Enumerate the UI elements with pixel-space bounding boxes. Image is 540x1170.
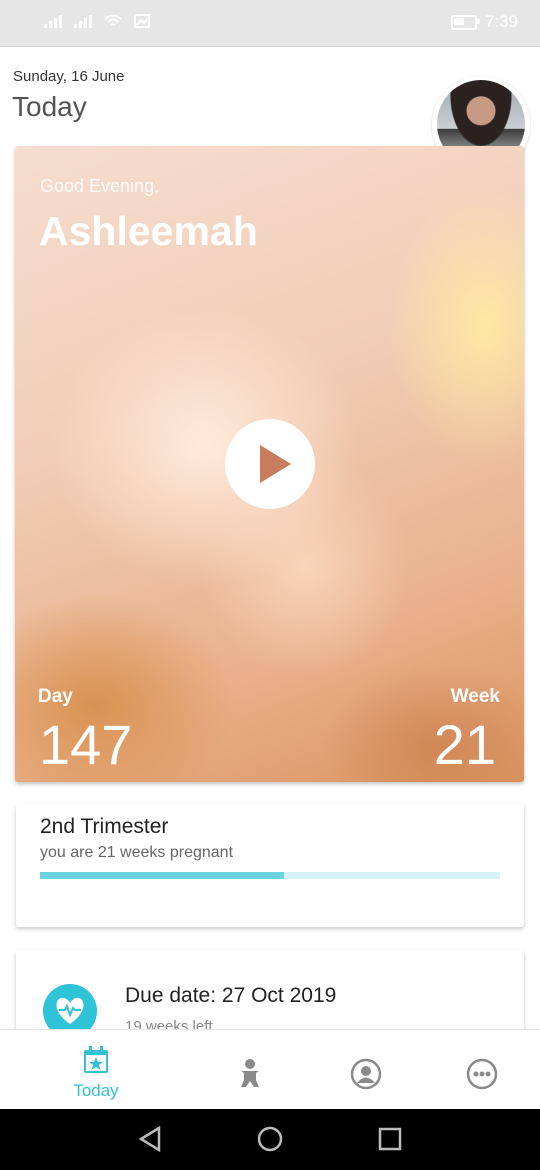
bottom-navigation: Today (0, 1029, 540, 1110)
back-icon[interactable] (138, 1125, 162, 1153)
baby-progress-card[interactable]: Good Evening, Ashleemah Day 147 Week 21 (15, 146, 524, 782)
week-label: Week (450, 686, 500, 707)
user-name: Ashleemah (39, 208, 258, 254)
trimester-card[interactable]: 2nd Trimester you are 21 weeks pregnant (16, 804, 524, 927)
day-label: Day (38, 686, 73, 707)
page-title: Today (12, 91, 87, 122)
community-icon (350, 1058, 382, 1090)
home-icon[interactable] (256, 1125, 284, 1153)
day-value: 147 (39, 713, 133, 776)
signal-icon (44, 14, 62, 28)
recents-icon[interactable] (378, 1125, 402, 1153)
baby-icon (241, 1059, 259, 1087)
trimester-subtitle: you are 21 weeks pregnant (40, 844, 234, 861)
greeting-text: Good Evening, (40, 176, 160, 196)
status-bar: 7:39 (0, 0, 540, 47)
pregnancy-progress-bar (40, 872, 500, 879)
week-value: 21 (433, 713, 496, 776)
progress-fill (40, 872, 284, 879)
battery-icon (450, 14, 480, 30)
signal-indicators (44, 14, 150, 28)
trimester-title: 2nd Trimester (40, 815, 169, 838)
current-date: Sunday, 16 June (13, 68, 125, 85)
play-video-button[interactable] (225, 419, 315, 509)
system-navigation-bar (0, 1109, 540, 1170)
more-icon (466, 1058, 498, 1090)
due-date-text: Due date: 27 Oct 2019 (125, 984, 337, 1007)
status-time: 7:39 (484, 12, 518, 31)
nav-tab-community[interactable] (316, 1030, 416, 1110)
nav-label-today: Today (73, 1081, 119, 1100)
nav-tab-more[interactable] (432, 1030, 532, 1110)
image-icon (134, 14, 150, 28)
nav-tab-baby[interactable] (200, 1030, 300, 1110)
signal-icon-2 (74, 14, 92, 28)
wifi-icon (104, 14, 122, 26)
nav-tab-today[interactable]: Today (46, 1030, 146, 1110)
calendar-star-icon (84, 1046, 108, 1073)
